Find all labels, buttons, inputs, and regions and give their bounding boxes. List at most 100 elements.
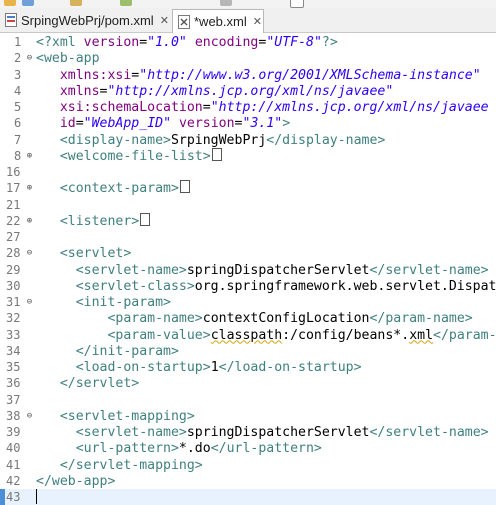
code-line[interactable]: 2 ⊖ <web-app bbox=[0, 50, 496, 67]
xml-tag: <load-on-startup> bbox=[75, 360, 211, 375]
code-text: <servlet-name>springDispatcherServlet</s… bbox=[36, 424, 489, 441]
close-icon[interactable]: ✕ bbox=[253, 15, 262, 28]
collapse-icon[interactable]: ⊖ bbox=[24, 53, 35, 64]
toolbar-icon[interactable] bbox=[220, 0, 232, 6]
folded-region-icon[interactable] bbox=[179, 180, 190, 194]
code-line[interactable]: 37 bbox=[0, 392, 496, 409]
expand-icon[interactable]: ⊕ bbox=[24, 183, 35, 194]
xml-text bbox=[36, 360, 76, 375]
line-gutter: 1 bbox=[0, 34, 34, 51]
xml-source-editor[interactable]: 1 <?xml version="1.0" encoding="UTF-8"?> 2… bbox=[0, 33, 496, 505]
code-line[interactable]: 30 <servlet-class>org.springframework.we… bbox=[0, 278, 496, 295]
xml-tag: <listener> bbox=[59, 213, 140, 229]
line-gutter: 7 bbox=[0, 132, 34, 149]
line-gutter: 21 bbox=[0, 197, 34, 214]
toolbar-icon[interactable] bbox=[290, 0, 304, 8]
code-line[interactable]: 27 bbox=[0, 229, 496, 246]
code-line[interactable]: 21 bbox=[0, 197, 496, 214]
expand-icon[interactable]: ⊕ bbox=[24, 151, 35, 162]
line-gutter: 30 bbox=[0, 278, 34, 295]
line-gutter: 42 bbox=[0, 473, 34, 490]
code-line[interactable]: 16 bbox=[0, 164, 496, 181]
xml-text bbox=[36, 116, 60, 131]
toolbar-strip bbox=[0, 0, 496, 8]
xml-attribute: id bbox=[59, 116, 76, 132]
code-line[interactable]: 41 </servlet-mapping> bbox=[0, 457, 496, 474]
xml-tag: <web-app bbox=[36, 51, 100, 67]
xml-tag: <servlet-mapping> bbox=[59, 408, 195, 424]
xml-tag: <servlet-name> bbox=[75, 262, 187, 278]
code-line[interactable]: 36 </servlet> bbox=[0, 375, 496, 392]
line-gutter: 3 bbox=[0, 67, 34, 84]
collapse-icon[interactable]: ⊖ bbox=[24, 248, 35, 259]
code-line[interactable]: 5 xsi:schemaLocation="http://xmlns.jcp.o… bbox=[0, 99, 496, 116]
line-number: 34 bbox=[6, 343, 21, 358]
line-number: 32 bbox=[6, 311, 21, 326]
collapse-icon[interactable]: ⊖ bbox=[24, 411, 35, 422]
xml-text bbox=[36, 409, 60, 424]
code-line[interactable]: 35 <load-on-startup>1</load-on-startup> bbox=[0, 359, 496, 376]
xml-attribute: xmlns bbox=[59, 83, 100, 99]
code-line[interactable]: 28 ⊖ <servlet> bbox=[0, 245, 496, 262]
line-number: 37 bbox=[6, 392, 21, 407]
code-line[interactable]: 31 ⊖ <init-param> bbox=[0, 294, 496, 311]
code-line[interactable]: 32 <param-name>contextConfigLocation</pa… bbox=[0, 310, 496, 327]
code-line[interactable]: 22 ⊕ <listener> bbox=[0, 212, 496, 230]
line-gutter: 39 bbox=[0, 424, 34, 441]
code-line[interactable]: 8 ⊕ <welcome-file-list> bbox=[0, 147, 496, 165]
code-text: </servlet-mapping> bbox=[36, 457, 203, 474]
spelling-warning-text: classpath bbox=[210, 327, 283, 343]
collapse-icon[interactable]: ⊖ bbox=[24, 297, 35, 308]
xml-tag: > bbox=[282, 116, 291, 132]
toolbar-icon[interactable] bbox=[4, 0, 16, 6]
line-gutter: 2 ⊖ bbox=[0, 50, 34, 67]
tab-pom-xml[interactable]: SrpingWebPrj/pom.xml ✕ bbox=[0, 9, 172, 31]
xml-text bbox=[36, 149, 60, 164]
line-number: 31 bbox=[6, 295, 21, 309]
xml-text: 1 bbox=[210, 360, 219, 375]
toolbar-icon[interactable] bbox=[70, 0, 82, 6]
line-number: 27 bbox=[6, 230, 21, 244]
code-text: <context-param> bbox=[36, 180, 190, 197]
line-number: 22 bbox=[6, 213, 21, 228]
code-line[interactable]: 33 <param-value>classpath:/config/beans*… bbox=[0, 327, 496, 344]
code-line[interactable]: 7 <display-name>SrpingWebPrj</display-na… bbox=[0, 132, 496, 149]
code-line[interactable]: 6 id="WebApp_ID" version="3.1"> bbox=[0, 115, 496, 132]
line-gutter: 43 bbox=[0, 489, 34, 505]
xml-tag: <init-param> bbox=[75, 295, 171, 310]
code-line[interactable]: 38 ⊖ <servlet-mapping> bbox=[0, 408, 496, 425]
code-line[interactable]: 40 <url-pattern>*.do</url-pattern> bbox=[0, 440, 496, 457]
code-line[interactable]: 34 </init-param> bbox=[0, 343, 496, 360]
code-line[interactable]: 1 <?xml version="1.0" encoding="UTF-8"?> bbox=[0, 34, 496, 51]
line-gutter: 16 bbox=[0, 164, 34, 181]
code-line[interactable]: 42 </web-app> bbox=[0, 473, 496, 490]
xml-tag: ?> bbox=[321, 35, 338, 50]
code-line[interactable]: 43 bbox=[0, 489, 496, 505]
expand-icon[interactable]: ⊕ bbox=[24, 216, 35, 227]
line-gutter: 40 bbox=[0, 440, 34, 457]
folded-region-icon[interactable] bbox=[211, 147, 222, 161]
code-line[interactable]: 4 xmlns="http://xmlns.jcp.org/xml/ns/jav… bbox=[0, 83, 496, 100]
folded-region-icon[interactable] bbox=[140, 212, 151, 226]
line-number: 35 bbox=[6, 360, 21, 374]
code-text: <param-name>contextConfigLocation</param… bbox=[36, 310, 472, 327]
code-line[interactable]: 17 ⊕ <context-param> bbox=[0, 180, 496, 197]
toolbar-icon[interactable] bbox=[22, 0, 34, 6]
line-number: 1 bbox=[14, 35, 22, 49]
current-line-marker bbox=[0, 489, 5, 505]
tab-label: SrpingWebPrj/pom.xml bbox=[21, 12, 154, 28]
toolbar-icon[interactable] bbox=[120, 0, 132, 6]
code-line[interactable]: 3 xmlns:xsi="http://www.w3.org/2001/XMLS… bbox=[0, 67, 496, 84]
xml-text bbox=[36, 458, 60, 473]
code-text bbox=[36, 489, 37, 505]
xml-tag: </load-on-startup> bbox=[218, 360, 362, 375]
line-number: 29 bbox=[6, 262, 21, 277]
tab-web-xml[interactable]: *web.xml ✕ bbox=[172, 9, 264, 33]
xml-tag: </web-app> bbox=[36, 473, 116, 489]
xml-attribute-value: "WebApp_ID" bbox=[83, 116, 172, 132]
code-line[interactable]: 39 <servlet-name>springDispatcherServlet… bbox=[0, 424, 496, 441]
code-line[interactable]: 29 <servlet-name>springDispatcherServlet… bbox=[0, 262, 496, 279]
close-icon[interactable]: ✕ bbox=[160, 14, 169, 27]
line-gutter: 5 bbox=[0, 99, 34, 116]
xml-attribute-value: "http://xmlns.jcp.org/xml/ns/javaee" bbox=[107, 83, 394, 99]
